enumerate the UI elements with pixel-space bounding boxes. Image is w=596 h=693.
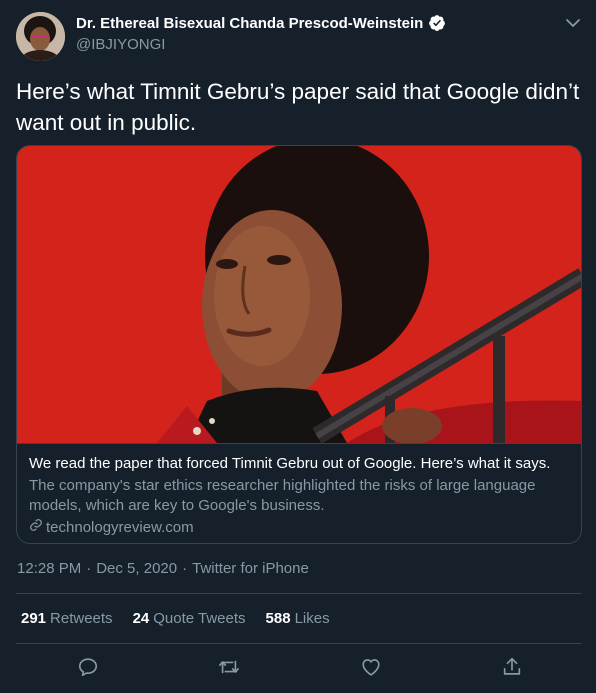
tweet-stats: 291 Retweets 24 Quote Tweets 588 Likes [21, 610, 330, 627]
card-domain-label: technologyreview.com [46, 519, 194, 536]
divider [16, 593, 582, 594]
reply-icon[interactable] [77, 656, 99, 678]
quote-tweets-label: Quote Tweets [153, 610, 246, 627]
quote-tweets-count: 24 [132, 610, 150, 627]
avatar[interactable] [16, 12, 65, 61]
quote-tweets-stat[interactable]: 24 Quote Tweets [133, 610, 246, 627]
chevron-down-icon[interactable] [564, 14, 582, 32]
card-title[interactable]: We read the paper that forced Timnit Geb… [29, 454, 571, 474]
meta-separator: · [182, 560, 188, 577]
tweet-time[interactable]: 12:28 PM [17, 560, 81, 577]
heart-icon[interactable] [360, 656, 382, 678]
author-display-name[interactable]: Dr. Ethereal Bisexual Chanda Prescod-Wei… [76, 15, 423, 32]
likes-stat[interactable]: 588 Likes [266, 610, 330, 627]
share-icon[interactable] [501, 656, 523, 678]
retweets-stat[interactable]: 291 Retweets [21, 610, 113, 627]
verified-badge-icon [428, 14, 446, 32]
divider [16, 643, 582, 644]
tweet-text: Here’s what Timnit Gebru’s paper said th… [16, 79, 580, 135]
retweets-count: 291 [21, 610, 47, 627]
tweet: Dr. Ethereal Bisexual Chanda Prescod-Wei… [0, 0, 596, 693]
likes-count: 588 [265, 610, 291, 627]
tweet-actions [0, 656, 596, 680]
card-image[interactable] [17, 146, 581, 443]
likes-label: Likes [294, 610, 330, 627]
link-icon [29, 518, 43, 538]
card-description: The company's star ethics researcher hig… [29, 477, 536, 514]
link-card[interactable]: We read the paper that forced Timnit Geb… [16, 145, 582, 544]
author-handle[interactable]: @IBJIYONGI [76, 36, 165, 53]
tweet-source[interactable]: Twitter for iPhone [192, 560, 309, 577]
retweets-label: Retweets [50, 610, 113, 627]
tweet-date[interactable]: Dec 5, 2020 [96, 560, 177, 577]
author-name-row: Dr. Ethereal Bisexual Chanda Prescod-Wei… [76, 14, 446, 32]
tweet-meta: 12:28 PM · Dec 5, 2020 · Twitter for iPh… [17, 560, 309, 577]
meta-separator: · [86, 560, 92, 577]
card-domain[interactable]: technologyreview.com [29, 518, 571, 538]
retweet-icon[interactable] [218, 656, 240, 678]
card-body[interactable]: We read the paper that forced Timnit Geb… [17, 443, 581, 538]
